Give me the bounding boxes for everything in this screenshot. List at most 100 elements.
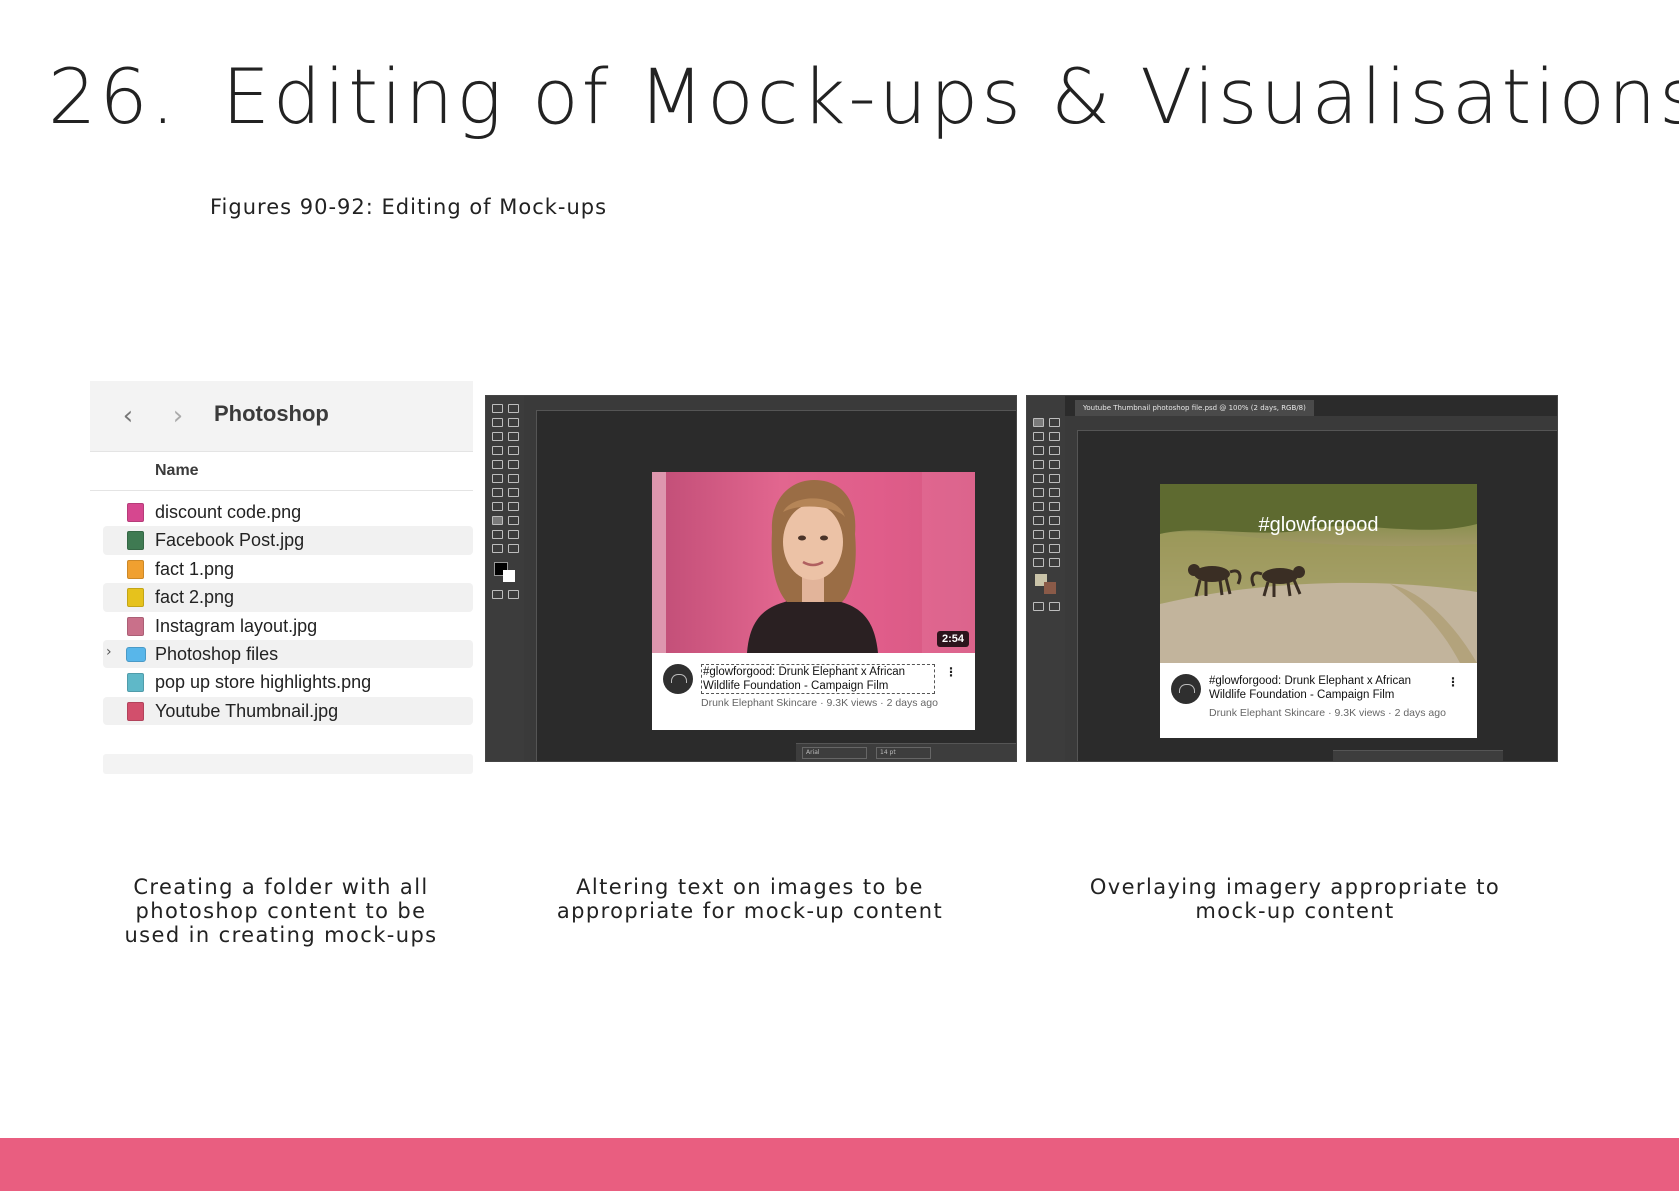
type-tool-icon[interactable] xyxy=(492,516,503,525)
youtube-video-card: #glowforgood #glowforgood: Drunk Elephan… xyxy=(1160,484,1477,738)
history-brush-icon[interactable] xyxy=(1033,488,1044,497)
dodge-tool-icon[interactable] xyxy=(492,502,503,511)
stamp-tool-icon[interactable] xyxy=(508,460,519,469)
video-title: #glowforgood: Drunk Elephant x African W… xyxy=(1209,675,1412,701)
blur-tool-icon[interactable] xyxy=(508,488,519,497)
image-file-icon xyxy=(127,559,144,579)
video-duration-badge: 2:54 xyxy=(936,631,969,647)
healing-tool-icon[interactable] xyxy=(508,446,519,455)
document-tab[interactable]: Youtube Thumbnail photoshop file.psd @ 1… xyxy=(1075,400,1314,416)
video-meta: #glowforgood: Drunk Elephant x African W… xyxy=(652,653,975,730)
crop-tool-icon[interactable] xyxy=(492,432,503,441)
lasso-tool-icon[interactable] xyxy=(1033,432,1044,441)
video-thumbnail: #glowforgood xyxy=(1160,484,1477,663)
screen-mode-icon[interactable] xyxy=(508,590,519,599)
stamp-tool-icon[interactable] xyxy=(1049,474,1060,483)
file-row-fact-2[interactable]: fact 2.png xyxy=(103,583,473,612)
pen-tool-icon[interactable] xyxy=(1049,516,1060,525)
file-name: fact 2.png xyxy=(155,587,235,608)
vertical-ruler xyxy=(1065,430,1078,761)
file-name: fact 1.png xyxy=(155,558,235,579)
column-header-label: Name xyxy=(155,462,199,479)
zoom-tool-icon[interactable] xyxy=(492,544,503,553)
file-name: Instagram layout.jpg xyxy=(155,615,318,636)
move-tool-icon[interactable] xyxy=(1033,418,1044,427)
lasso-tool-icon[interactable] xyxy=(492,418,503,427)
file-name: discount code.png xyxy=(155,502,302,522)
font-size-select[interactable]: 14 pt xyxy=(876,747,931,759)
shape-tool-icon[interactable] xyxy=(1033,544,1044,553)
more-options-icon[interactable]: ⋮ xyxy=(945,665,957,679)
marquee-tool-icon[interactable] xyxy=(508,404,519,413)
chevron-right-icon[interactable]: › xyxy=(165,403,191,429)
pen-tool-icon[interactable] xyxy=(508,502,519,511)
frame-tool-icon[interactable] xyxy=(508,432,519,441)
caption-folder: Creating a folder with all photoshop con… xyxy=(124,875,438,947)
folder-icon xyxy=(126,646,146,662)
brush-tool-icon[interactable] xyxy=(1033,474,1044,483)
file-row-pop-up-store[interactable]: pop up store highlights.png xyxy=(103,668,473,696)
file-name: Youtube Thumbnail.jpg xyxy=(155,700,339,721)
hand-tool-icon[interactable] xyxy=(1049,544,1060,553)
finder-footer xyxy=(103,754,473,774)
quick-select-tool-icon[interactable] xyxy=(508,418,519,427)
zoom-tool-icon[interactable] xyxy=(1033,558,1044,567)
crop-tool-icon[interactable] xyxy=(1033,446,1044,455)
folder-row-photoshop-files[interactable]: › Photoshop files xyxy=(103,639,473,669)
file-name: Photoshop files xyxy=(155,643,279,664)
youtube-video-card: 2:54 #glowforgood: Drunk Elephant x Afri… xyxy=(652,472,975,730)
more-tools-icon[interactable] xyxy=(508,544,519,553)
healing-tool-icon[interactable] xyxy=(1049,460,1060,469)
frame-tool-icon[interactable] xyxy=(1049,446,1060,455)
chevron-left-icon[interactable]: ‹ xyxy=(115,403,141,429)
quick-mask-icon[interactable] xyxy=(1033,602,1044,611)
path-select-tool-icon[interactable] xyxy=(1049,530,1060,539)
file-name: pop up store highlights.png xyxy=(155,672,372,693)
finder-folder-title: Photoshop xyxy=(214,401,329,426)
dodge-tool-icon[interactable] xyxy=(1033,516,1044,525)
eraser-tool-icon[interactable] xyxy=(508,474,519,483)
text-options-bar xyxy=(1333,750,1503,761)
blur-tool-icon[interactable] xyxy=(1049,502,1060,511)
screen-mode-icon[interactable] xyxy=(1049,602,1060,611)
path-select-tool-icon[interactable] xyxy=(508,516,519,525)
slide-title-text: Editing of Mock-ups & Visualisations xyxy=(221,52,1679,141)
image-file-icon xyxy=(127,531,144,551)
marquee-tool-icon[interactable] xyxy=(1049,418,1060,427)
file-row-instagram-layout[interactable]: Instagram layout.jpg xyxy=(103,612,473,640)
gradient-tool-icon[interactable] xyxy=(492,488,503,497)
quick-select-tool-icon[interactable] xyxy=(1049,432,1060,441)
move-tool-icon[interactable] xyxy=(492,404,503,413)
image-file-icon xyxy=(127,673,144,693)
file-row-facebook-post[interactable]: Facebook Post.jpg xyxy=(103,526,473,555)
type-tool-icon[interactable] xyxy=(1033,530,1044,539)
name-column-header[interactable]: Name xyxy=(90,451,473,491)
background-color-swatch[interactable] xyxy=(503,570,515,582)
eyedropper-tool-icon[interactable] xyxy=(492,446,503,455)
file-row-fact-1[interactable]: fact 1.png xyxy=(103,555,473,583)
more-options-icon[interactable]: ⋮ xyxy=(1447,675,1459,689)
eraser-tool-icon[interactable] xyxy=(1049,488,1060,497)
font-family-select[interactable]: Arial xyxy=(802,747,867,759)
hand-tool-icon[interactable] xyxy=(508,530,519,539)
video-meta: #glowforgood: Drunk Elephant x African W… xyxy=(1160,663,1477,738)
vertical-ruler xyxy=(524,410,537,761)
file-row-youtube-thumbnail[interactable]: Youtube Thumbnail.jpg xyxy=(103,696,473,726)
image-file-icon xyxy=(127,503,144,522)
video-title-text-box[interactable]: #glowforgood: Drunk Elephant x African W… xyxy=(701,664,935,694)
channel-avatar xyxy=(1171,674,1201,704)
shape-tool-icon[interactable] xyxy=(492,530,503,539)
finder-toolbar: ‹ › Photoshop xyxy=(90,381,473,451)
caption-text-editing: Altering text on images to be appropriat… xyxy=(556,875,944,923)
quick-mask-icon[interactable] xyxy=(492,590,503,599)
more-tools-icon[interactable] xyxy=(1049,558,1060,567)
eyedropper-tool-icon[interactable] xyxy=(1033,460,1044,469)
file-row-discount-code[interactable]: discount code.png xyxy=(103,498,473,526)
background-color-swatch[interactable] xyxy=(1044,582,1056,594)
history-brush-icon[interactable] xyxy=(492,474,503,483)
channel-avatar xyxy=(663,664,693,694)
hashtag-overlay-text[interactable]: #glowforgood xyxy=(1160,514,1477,537)
disclosure-chevron-icon[interactable]: › xyxy=(106,644,112,660)
brush-tool-icon[interactable] xyxy=(492,460,503,469)
gradient-tool-icon[interactable] xyxy=(1033,502,1044,511)
